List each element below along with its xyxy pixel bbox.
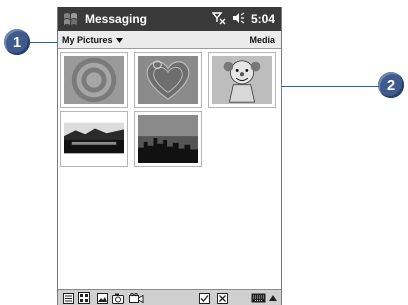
picture-icon[interactable]: [96, 292, 108, 304]
thumbnail-heart[interactable]: [134, 52, 202, 108]
chevron-down-icon: [115, 35, 123, 45]
thumbnail-target[interactable]: [60, 52, 128, 108]
callout-1-leader: [30, 42, 60, 43]
folder-dropdown[interactable]: My Pictures: [62, 35, 123, 45]
windows-flag-icon[interactable]: [61, 9, 81, 29]
thumbnail-city-silhouette[interactable]: [134, 111, 202, 167]
keyboard-icon[interactable]: [250, 292, 266, 304]
no-signal-icon[interactable]: [211, 11, 226, 28]
bottom-toolbar: [58, 289, 281, 305]
app-title: Messaging: [85, 12, 148, 26]
thumbnail-lake-sunset[interactable]: [60, 111, 128, 167]
video-camera-icon[interactable]: [128, 292, 144, 304]
title-bar: Messaging 5:04: [58, 7, 281, 31]
folder-bar: My Pictures Media: [58, 31, 281, 49]
thumbnail-view-icon[interactable]: [78, 292, 90, 304]
callout-2: 2: [378, 72, 404, 98]
clock-time[interactable]: 5:04: [251, 12, 275, 26]
callout-1: 1: [4, 29, 30, 55]
status-area[interactable]: 5:04: [211, 11, 275, 28]
callout-2-leader: [266, 86, 379, 87]
checkbox-icon[interactable]: [198, 292, 210, 304]
folder-label: My Pictures: [62, 34, 113, 45]
callout-1-number: 1: [12, 33, 22, 51]
camera-icon[interactable]: [112, 292, 124, 304]
delete-icon[interactable]: [216, 292, 228, 304]
callout-2-number: 2: [386, 76, 396, 94]
media-menu[interactable]: Media: [249, 35, 275, 45]
thumbnail-clown[interactable]: [208, 52, 276, 108]
speaker-icon[interactable]: [232, 12, 245, 27]
list-view-icon[interactable]: [62, 292, 74, 304]
sip-arrow-icon[interactable]: [268, 292, 278, 304]
device-screen: Messaging 5:04 My Pictures Media: [57, 7, 282, 305]
